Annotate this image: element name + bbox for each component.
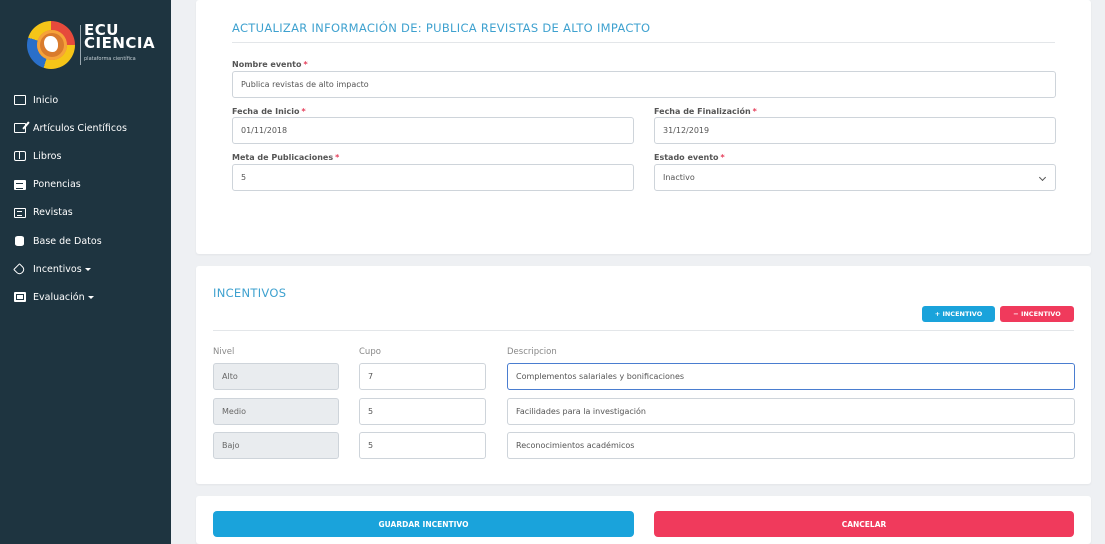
nivel-field: Bajo xyxy=(213,432,339,459)
document-icon xyxy=(14,207,26,218)
column-header-nivel: Nivel xyxy=(213,347,235,357)
nombre-evento-label: Nombre evento * xyxy=(232,60,308,69)
cupo-input[interactable]: 5 xyxy=(359,398,486,425)
column-header-descripcion: Descripcion xyxy=(507,347,557,357)
nombre-evento-input[interactable]: Publica revistas de alto impacto xyxy=(232,71,1056,98)
database-icon xyxy=(15,236,24,247)
estado-evento-select[interactable]: Inactivo xyxy=(654,164,1056,191)
sidebar-item-label: Libros xyxy=(33,150,62,162)
sidebar-item-label: Evaluación xyxy=(33,291,85,303)
caret-down-icon xyxy=(87,295,94,299)
descripcion-input[interactable]: Complementos salariales y bonificaciones xyxy=(507,363,1075,390)
edit-icon xyxy=(14,123,26,134)
fecha-inicio-input[interactable]: 01/11/2018 xyxy=(232,117,634,144)
sidebar-item-incentivos[interactable]: Incentivos xyxy=(0,255,171,283)
event-form-title: ACTUALIZAR INFORMACIÓN DE: PUBLICA REVIS… xyxy=(232,21,651,35)
sidebar-item-revistas[interactable]: Revistas xyxy=(0,199,171,227)
remove-incentivo-button[interactable]: − INCENTIVO xyxy=(1000,306,1074,322)
add-incentivo-button[interactable]: + INCENTIVO xyxy=(922,306,995,322)
actions-card: GUARDAR INCENTIVO CANCELAR xyxy=(196,496,1091,544)
fecha-inicio-label: Fecha de Inicio * xyxy=(232,107,306,116)
sidebar-nav: Inicio Artículos Científicos Libros Pone… xyxy=(0,86,171,312)
logo-tagline: plataforma científica xyxy=(84,56,136,62)
sidebar-item-inicio[interactable]: Inicio xyxy=(0,86,171,114)
sidebar-item-base-de-datos[interactable]: Base de Datos xyxy=(0,227,171,255)
table-icon xyxy=(14,292,26,303)
estado-evento-label: Estado evento * xyxy=(654,153,725,162)
nivel-field: Alto xyxy=(213,363,339,390)
calendar-icon xyxy=(14,179,26,190)
fecha-finalizacion-input[interactable]: 31/12/2019 xyxy=(654,117,1056,144)
cancel-button[interactable]: CANCELAR xyxy=(654,511,1074,537)
square-icon xyxy=(14,95,26,106)
sidebar-item-label: Artículos Científicos xyxy=(33,122,127,134)
book-icon xyxy=(14,151,26,162)
column-header-cupo: Cupo xyxy=(359,347,381,357)
caret-down-icon xyxy=(84,267,91,271)
fecha-finalizacion-label: Fecha de Finalización * xyxy=(654,107,757,116)
sidebar-item-label: Base de Datos xyxy=(33,235,102,247)
sidebar-item-ponencias[interactable]: Ponencias xyxy=(0,171,171,199)
event-form-card: ACTUALIZAR INFORMACIÓN DE: PUBLICA REVIS… xyxy=(196,0,1091,254)
sidebar-item-libros[interactable]: Libros xyxy=(0,142,171,170)
incentivos-card: INCENTIVOS + INCENTIVO − INCENTIVO Nivel… xyxy=(196,266,1091,484)
save-incentivo-button[interactable]: GUARDAR INCENTIVO xyxy=(213,511,634,537)
sidebar-item-evaluacion[interactable]: Evaluación xyxy=(0,283,171,311)
nivel-field: Medio xyxy=(213,398,339,425)
logo-text: ECU CIENCIA xyxy=(84,21,156,52)
tag-icon xyxy=(13,262,26,276)
descripcion-input[interactable]: Facilidades para la investigación xyxy=(507,398,1075,425)
incentivos-title: INCENTIVOS xyxy=(213,286,287,300)
meta-publicaciones-label: Meta de Publicaciones * xyxy=(232,153,340,162)
chevron-down-icon xyxy=(1038,173,1047,182)
meta-publicaciones-input[interactable]: 5 xyxy=(232,164,634,191)
descripcion-input[interactable]: Reconocimientos académicos xyxy=(507,432,1075,459)
sidebar-item-label: Ponencias xyxy=(33,179,81,191)
sidebar-item-articulos[interactable]: Artículos Científicos xyxy=(0,114,171,142)
ecuciencia-logo[interactable]: ECU CIENCIA plataforma científica xyxy=(27,21,155,73)
logo-emblem-icon xyxy=(27,21,75,69)
sidebar: ECU CIENCIA plataforma científica Inicio… xyxy=(0,0,171,544)
cupo-input[interactable]: 5 xyxy=(359,432,486,459)
sidebar-item-label: Revistas xyxy=(33,207,73,219)
sidebar-item-label: Inicio xyxy=(33,94,59,106)
sidebar-item-label: Incentivos xyxy=(33,263,82,275)
cupo-input[interactable]: 7 xyxy=(359,363,486,390)
